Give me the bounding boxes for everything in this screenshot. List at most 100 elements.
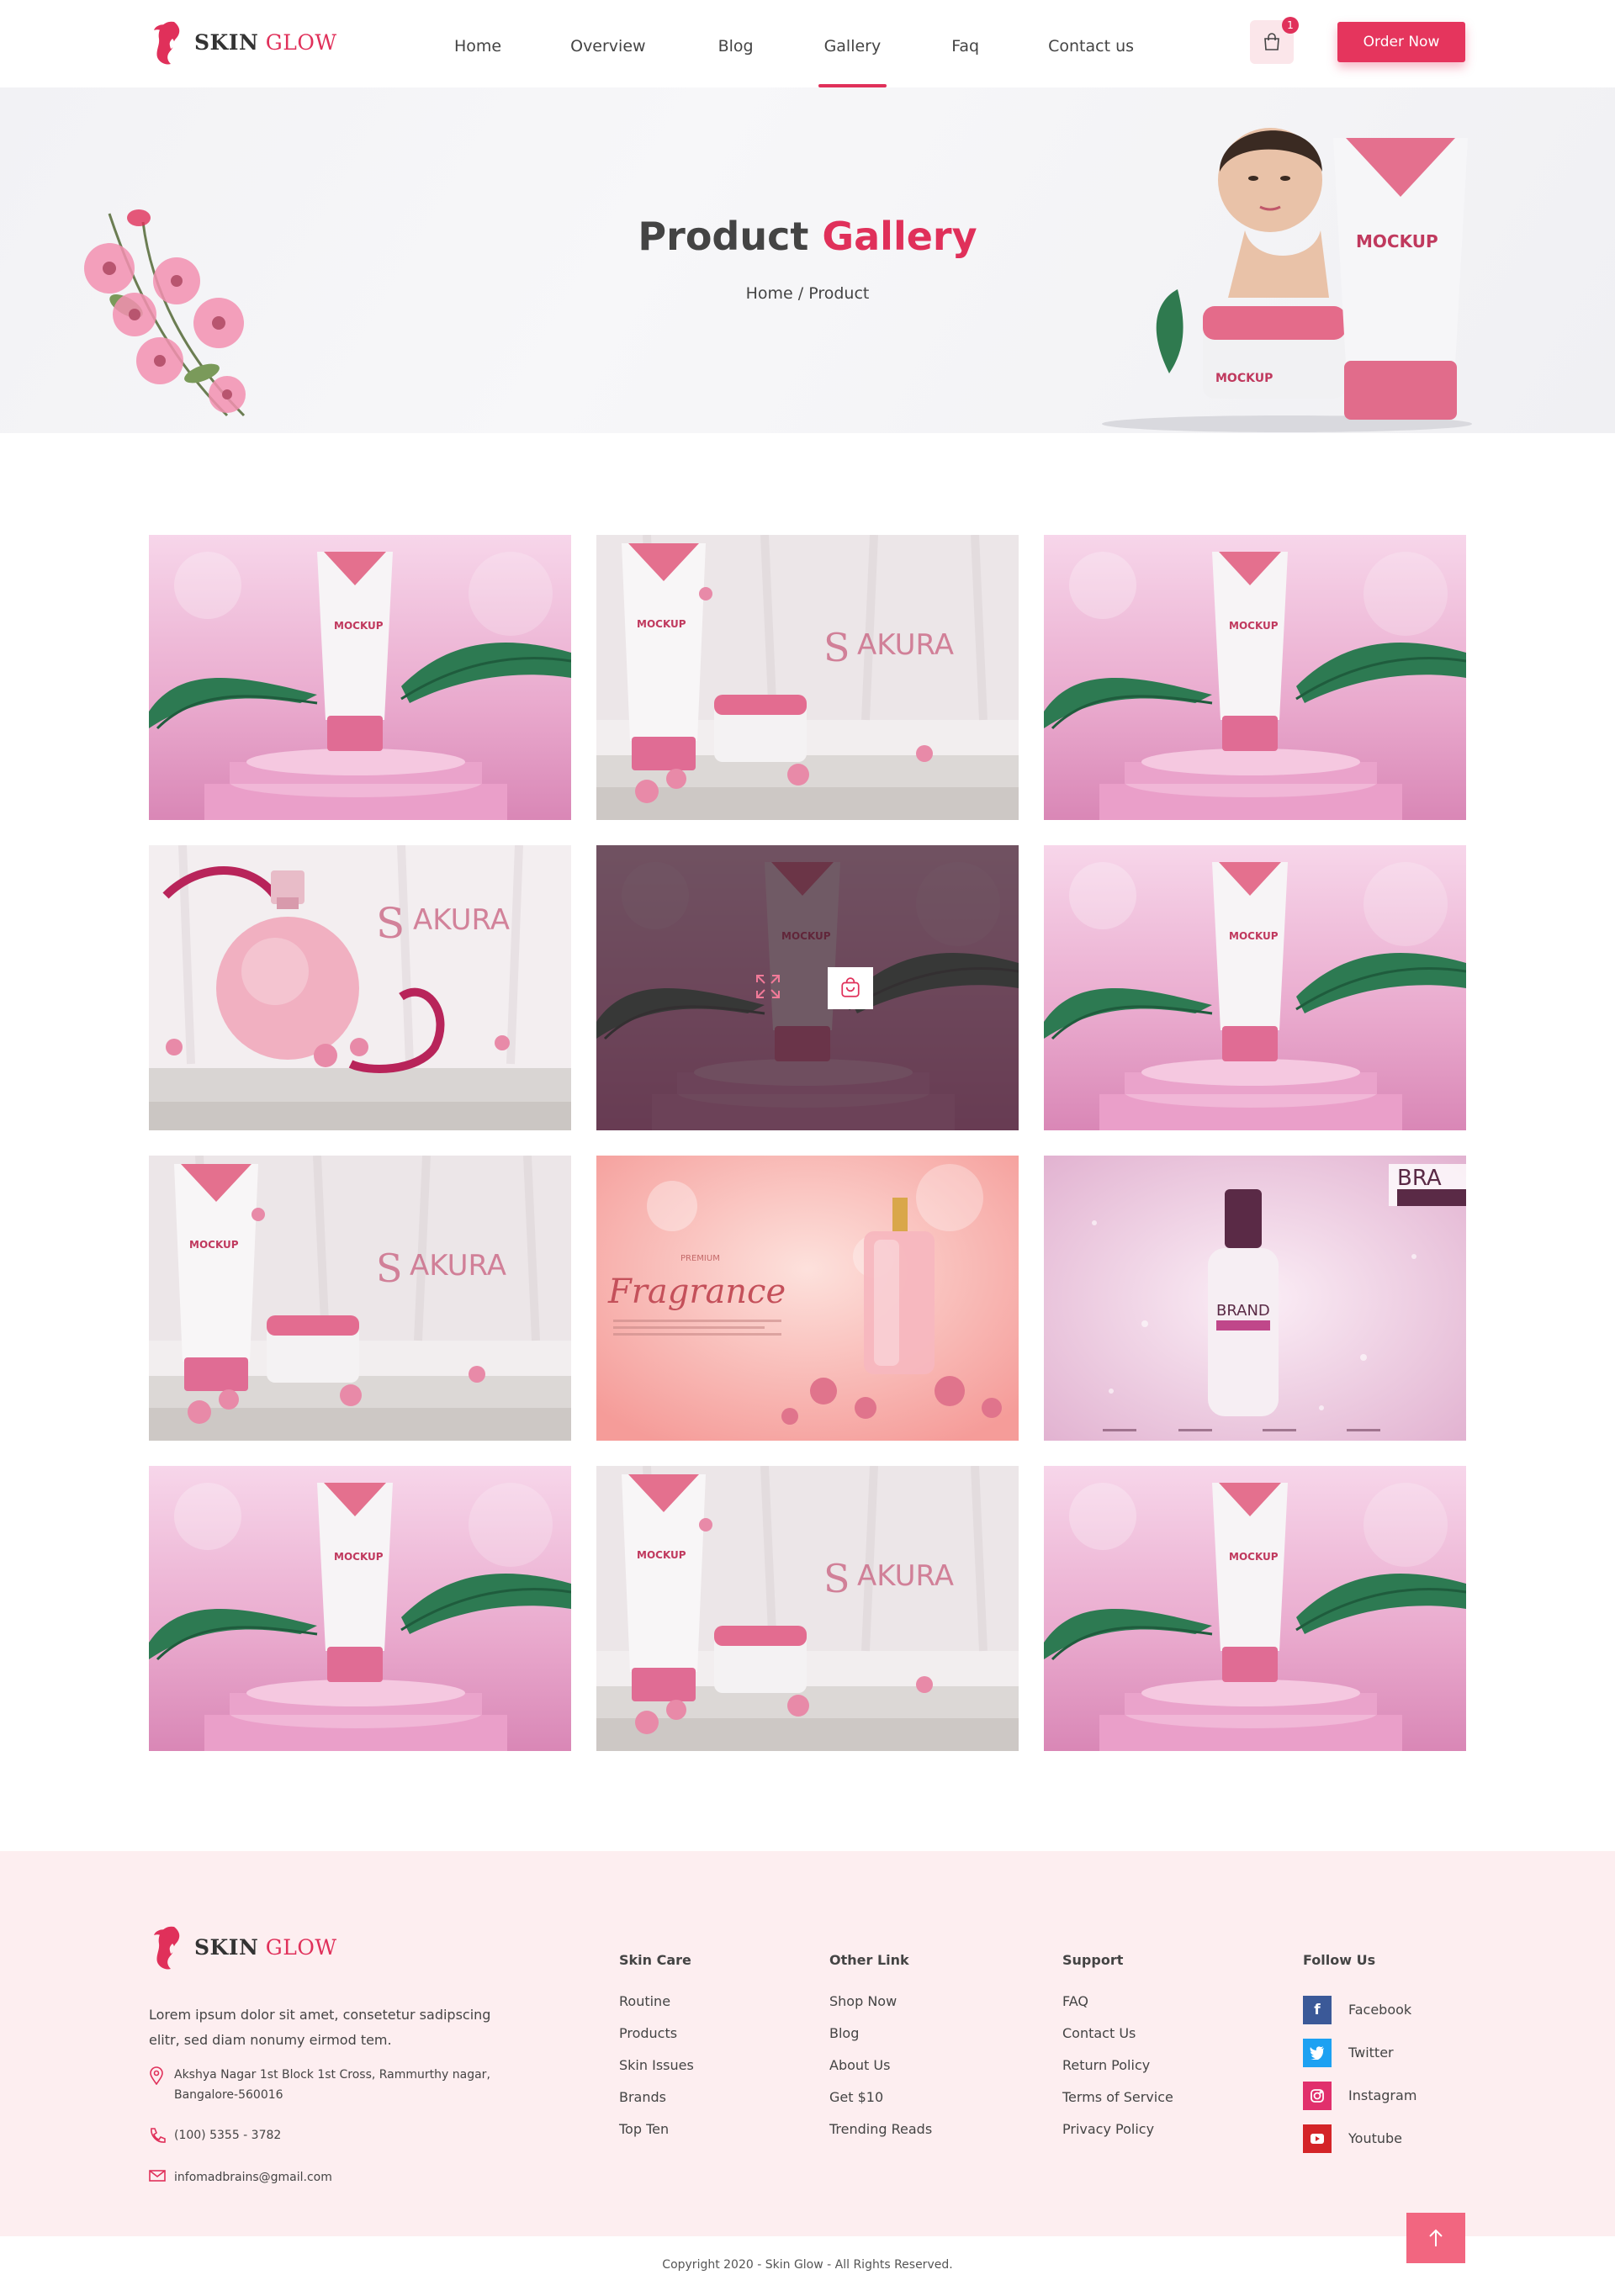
social-label: Facebook — [1348, 2002, 1412, 2018]
svg-text:S: S — [376, 1246, 403, 1291]
gallery-item-sakura-cream[interactable]: MOCKUP S AKURA — [149, 1156, 571, 1441]
social-facebook[interactable]: f Facebook — [1303, 1988, 1416, 2031]
footer-link-products[interactable]: Products — [619, 2025, 694, 2057]
facebook-icon: f — [1303, 1995, 1332, 2024]
footer-link-terms-of-service[interactable]: Terms of Service — [1062, 2089, 1173, 2121]
shopping-bag-icon — [841, 977, 860, 997]
gallery-item-podium[interactable]: MOCKUP — [149, 1466, 571, 1751]
add-to-cart-button[interactable] — [828, 967, 873, 1009]
footer-link-privacy-policy[interactable]: Privacy Policy — [1062, 2121, 1173, 2153]
nav-blog[interactable]: Blog — [718, 0, 754, 87]
product-image: MOCKUP S AKURA — [596, 1466, 1019, 1751]
footer-link-about-us[interactable]: About Us — [829, 2057, 932, 2089]
svg-text:S: S — [823, 625, 850, 670]
nav-gallery[interactable]: Gallery — [818, 0, 887, 87]
footer-follow-us: Follow Us f Facebook Twitter Instagram Y… — [1303, 1952, 1416, 2160]
svg-text:MOCKUP: MOCKUP — [1215, 372, 1273, 385]
svg-text:S: S — [823, 1556, 850, 1601]
brand-logo[interactable]: SKIN GLOW — [149, 17, 337, 67]
svg-text:AKURA: AKURA — [857, 1559, 954, 1593]
gallery-item-sakura-cream[interactable]: MOCKUP S AKURA — [596, 535, 1019, 820]
product-image: MOCKUP — [1044, 845, 1466, 1130]
hero-products-image: MOCKUP MOCKUP — [1102, 128, 1472, 432]
svg-text:MOCKUP: MOCKUP — [189, 1239, 239, 1251]
footer-link-skin-issues[interactable]: Skin Issues — [619, 2057, 694, 2089]
woman-silhouette-icon — [154, 21, 180, 65]
gallery-item-podium[interactable]: MOCKUP — [1044, 1466, 1466, 1751]
footer-link-return-policy[interactable]: Return Policy — [1062, 2057, 1173, 2089]
footer-phone-text: (100) 5355 - 3782 — [174, 2129, 282, 2142]
product-image: S AKURA — [149, 845, 571, 1130]
footer-link-trending-reads[interactable]: Trending Reads — [829, 2121, 932, 2153]
gallery-item-podium[interactable]: MOCKUP — [596, 845, 1019, 1130]
order-now-button[interactable]: Order Now — [1337, 22, 1465, 62]
cart-button[interactable]: 1 — [1250, 17, 1299, 64]
footer-column-title: Follow Us — [1303, 1952, 1376, 1968]
product-image: BRA BRAND — [1044, 1156, 1466, 1441]
site-footer: SKIN GLOW Lorem ipsum dolor sit amet, co… — [0, 1851, 1615, 2236]
footer-link-get-10[interactable]: Get $10 — [829, 2089, 932, 2121]
footer-link-brands[interactable]: Brands — [619, 2089, 694, 2121]
social-label: Twitter — [1348, 2045, 1394, 2061]
youtube-icon — [1303, 2124, 1332, 2153]
gallery-item-fragrance[interactable]: PREMIUM Fragrance — [596, 1156, 1019, 1441]
product-image: MOCKUP S AKURA — [596, 535, 1019, 820]
svg-text:PREMIUM: PREMIUM — [680, 1254, 720, 1263]
svg-text:AKURA: AKURA — [857, 628, 954, 662]
social-twitter[interactable]: Twitter — [1303, 2031, 1416, 2074]
twitter-icon — [1303, 2038, 1332, 2067]
footer-address: Akshya Nagar 1st Block 1st Cross, Rammur… — [149, 2065, 511, 2105]
gallery-item-podium[interactable]: MOCKUP — [1044, 845, 1466, 1130]
social-youtube[interactable]: Youtube — [1303, 2117, 1416, 2160]
scroll-to-top-button[interactable] — [1406, 2213, 1465, 2263]
product-image: MOCKUP — [149, 535, 571, 820]
expand-icon[interactable] — [752, 971, 784, 1003]
brand-name-accent: GLOW — [265, 29, 337, 55]
product-image: PREMIUM Fragrance — [596, 1156, 1019, 1441]
nav-contact-us[interactable]: Contact us — [1048, 0, 1134, 87]
shopping-bag-icon — [1264, 33, 1279, 50]
footer-column-skin-care: Skin Care Routine Products Skin Issues B… — [619, 1952, 694, 2153]
product-image: MOCKUP — [1044, 535, 1466, 820]
copyright-text: Copyright 2020 - Skin Glow - All Rights … — [662, 2258, 953, 2272]
footer-link-top-ten[interactable]: Top Ten — [619, 2121, 694, 2153]
svg-text:MOCKUP: MOCKUP — [637, 618, 686, 630]
gallery-item-sakura-perfume[interactable]: S AKURA — [149, 845, 571, 1130]
footer-phone[interactable]: (100) 5355 - 3782 — [149, 2125, 281, 2151]
product-gallery: MOCKUP MOCKUP S AKURA MOCKUP S AKURA MOCKUP MOCK… — [149, 535, 1466, 1751]
gallery-item-sakura-cream[interactable]: MOCKUP S AKURA — [596, 1466, 1019, 1751]
site-header: SKIN GLOW Home Overview Blog Gallery Faq… — [0, 0, 1615, 87]
footer-column-title: Support — [1062, 1952, 1124, 1968]
social-instagram[interactable]: Instagram — [1303, 2074, 1416, 2117]
svg-text:MOCKUP: MOCKUP — [1229, 1551, 1279, 1563]
footer-column-title: Other Link — [829, 1952, 909, 1968]
nav-overview[interactable]: Overview — [570, 0, 645, 87]
svg-text:MOCKUP: MOCKUP — [334, 620, 384, 632]
svg-text:BRAND: BRAND — [1216, 1302, 1270, 1320]
nav-faq[interactable]: Faq — [951, 0, 979, 87]
svg-text:MOCKUP: MOCKUP — [1229, 930, 1279, 942]
social-label: Instagram — [1348, 2087, 1417, 2103]
gallery-item-serum[interactable]: BRA BRAND — [1044, 1156, 1466, 1441]
page-banner: Product Gallery Home / Product MOCKUP MO… — [0, 87, 1615, 433]
footer-brand-name-accent: GLOW — [265, 1934, 337, 1960]
footer-link-contact-us[interactable]: Contact Us — [1062, 2025, 1173, 2057]
footer-column-title: Skin Care — [619, 1952, 691, 1968]
footer-link-shop-now[interactable]: Shop Now — [829, 1993, 932, 2025]
footer-link-faq[interactable]: FAQ — [1062, 1993, 1173, 2025]
nav-home[interactable]: Home — [454, 0, 501, 87]
gallery-item-hover-overlay — [596, 845, 1019, 1130]
footer-email[interactable]: infomadbrains@gmail.com — [149, 2167, 332, 2189]
svg-text:Fragrance: Fragrance — [607, 1272, 786, 1311]
location-pin-icon — [150, 2066, 163, 2086]
footer-brand-logo[interactable]: SKIN GLOW — [149, 1922, 337, 1972]
cart-count-badge: 1 — [1282, 17, 1299, 34]
gallery-item-podium[interactable]: MOCKUP — [149, 535, 571, 820]
footer-brand-name: SKIN — [194, 1934, 259, 1960]
footer-link-routine[interactable]: Routine — [619, 1993, 694, 2025]
brand-name: SKIN — [194, 29, 259, 55]
gallery-item-podium[interactable]: MOCKUP — [1044, 535, 1466, 820]
arrow-up-icon — [1429, 2229, 1443, 2246]
footer-link-blog[interactable]: Blog — [829, 2025, 932, 2057]
footer-email-text: infomadbrains@gmail.com — [174, 2171, 332, 2184]
